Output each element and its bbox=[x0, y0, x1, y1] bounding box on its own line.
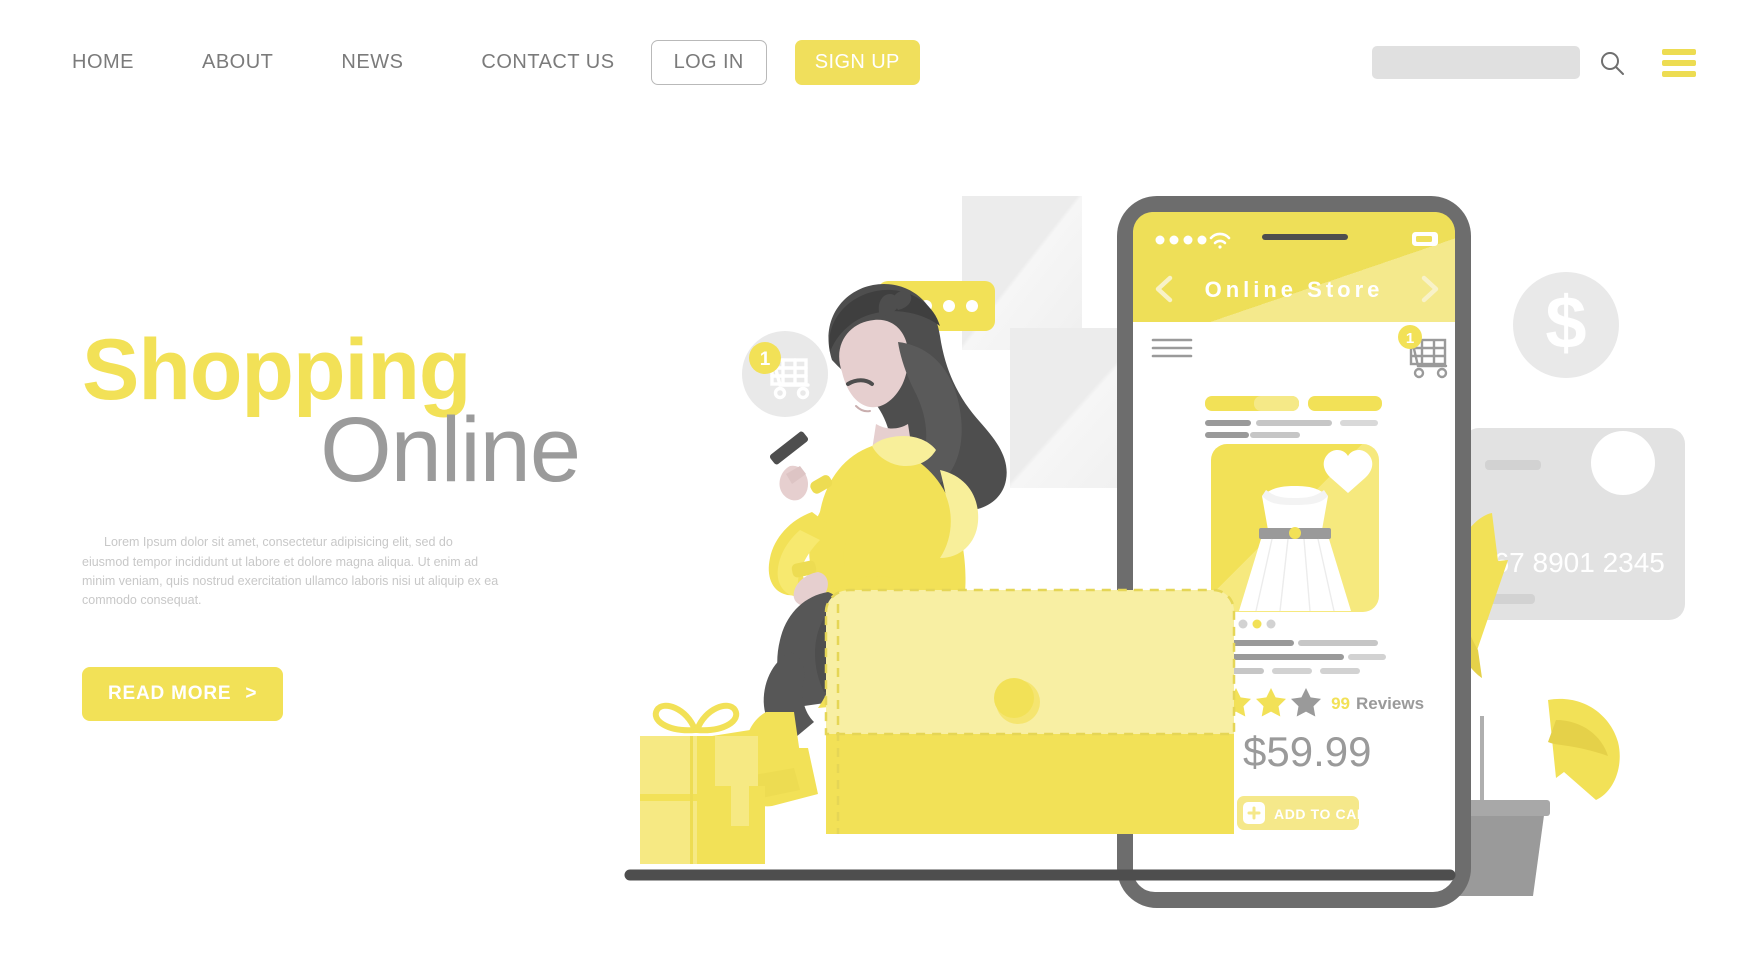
nav-links-group: HOME ABOUT NEWS CONTACT US LOG IN SIGN U… bbox=[72, 40, 920, 85]
phone-cart-icon bbox=[1401, 334, 1448, 379]
favorite-heart-icon bbox=[1323, 450, 1373, 493]
search-icon[interactable] bbox=[1598, 49, 1626, 77]
read-more-label: READ MORE bbox=[108, 682, 232, 704]
hero-paragraph: Lorem Ipsum dolor sit amet, consectetur … bbox=[82, 535, 499, 608]
phone-placeholder-lines-top bbox=[1205, 396, 1382, 438]
product-price: $59.99 bbox=[1243, 728, 1371, 775]
credit-card: 567 8901 2345 bbox=[1463, 428, 1685, 620]
chat-bubble bbox=[878, 281, 995, 357]
battery-icon bbox=[1412, 232, 1438, 246]
phone-speaker bbox=[1262, 234, 1348, 240]
hero-section: Shopping Online Lorem Ipsum dolor sit am… bbox=[82, 327, 602, 721]
search-input[interactable] bbox=[1372, 46, 1580, 79]
floating-cart-badge-count: 1 bbox=[760, 349, 771, 370]
top-navigation-bar: HOME ABOUT NEWS CONTACT US LOG IN SIGN U… bbox=[0, 0, 1738, 125]
credit-card-number: 567 8901 2345 bbox=[1478, 547, 1665, 578]
gift-box bbox=[640, 702, 765, 864]
add-to-cart-button: ADD TO CART bbox=[1237, 796, 1377, 830]
nav-link-contact-us[interactable]: CONTACT US bbox=[481, 51, 614, 74]
phone-cart-badge-count: 1 bbox=[1406, 330, 1414, 347]
hamburger-menu-icon[interactable] bbox=[1662, 48, 1696, 77]
chevron-right-icon: > bbox=[245, 682, 258, 704]
add-to-cart-label: ADD TO CART bbox=[1274, 806, 1377, 822]
nav-link-home[interactable]: HOME bbox=[72, 51, 134, 74]
phone-cart-badge-circle bbox=[1398, 325, 1422, 349]
nav-utilities-group bbox=[1372, 46, 1696, 79]
potted-plant bbox=[1333, 513, 1620, 896]
plus-icon-box bbox=[1243, 802, 1265, 824]
landing-page: HOME ABOUT NEWS CONTACT US LOG IN SIGN U… bbox=[0, 0, 1738, 980]
page-title: Shopping Online bbox=[82, 327, 602, 501]
plus-icon bbox=[1247, 806, 1261, 820]
floating-cart-badge-circle bbox=[749, 342, 781, 374]
phone-menu-icon bbox=[1151, 338, 1193, 358]
wifi-icon bbox=[1209, 232, 1231, 249]
background-panel-2 bbox=[1010, 328, 1152, 488]
chevron-left-icon bbox=[1155, 275, 1173, 303]
coin-dollar-icon: $ bbox=[1513, 272, 1619, 378]
background-panel-1 bbox=[962, 196, 1082, 350]
chevron-right-icon bbox=[1421, 275, 1439, 303]
wallet bbox=[824, 588, 1236, 834]
phone-header-title: Online Store bbox=[1205, 277, 1384, 302]
read-more-button[interactable]: READ MORE > bbox=[82, 666, 284, 721]
nav-link-about[interactable]: ABOUT bbox=[202, 51, 273, 74]
signup-button[interactable]: SIGN UP bbox=[794, 40, 920, 85]
phone-app-header bbox=[1133, 212, 1455, 322]
smartphone-mockup: Online Store 1 99 Reviews $59.99 ADD TO … bbox=[1117, 196, 1471, 908]
phone-product-card bbox=[1210, 444, 1379, 629]
product-image-dress bbox=[1239, 486, 1351, 612]
phone-placeholder-lines-bottom bbox=[1224, 640, 1386, 674]
phone-status-bar bbox=[1155, 232, 1438, 249]
phone-toolbar: 1 bbox=[1151, 325, 1448, 379]
wallet-clasp bbox=[996, 680, 1040, 724]
cart-icon bbox=[762, 353, 810, 400]
product-carousel-dots bbox=[1210, 619, 1276, 629]
reviews-label: Reviews bbox=[1356, 694, 1424, 713]
floating-cart-badge: 1 bbox=[742, 331, 828, 417]
svg-text:$: $ bbox=[1545, 281, 1586, 364]
nav-link-news[interactable]: NEWS bbox=[341, 51, 403, 74]
character-woman-shopping bbox=[688, 284, 1007, 807]
page-title-line2: Online bbox=[320, 398, 581, 501]
reviews-count: 99 bbox=[1331, 694, 1350, 713]
product-rating-stars bbox=[1221, 688, 1321, 717]
login-button[interactable]: LOG IN bbox=[650, 40, 767, 85]
